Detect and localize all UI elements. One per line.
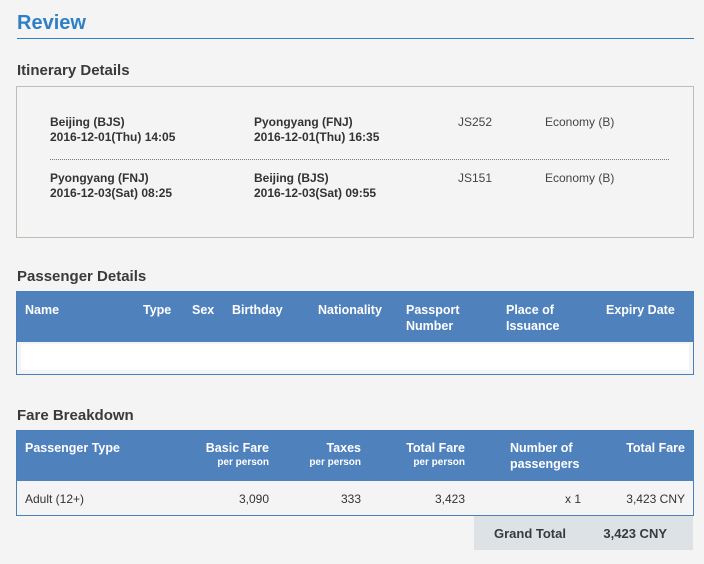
passenger-section-title: Passenger Details bbox=[17, 268, 147, 285]
flight-number: JS151 bbox=[458, 171, 493, 185]
col-passenger-type: Passenger Type bbox=[25, 441, 120, 455]
col-number-of-passengers: Number of passengers bbox=[510, 440, 579, 472]
col-place-line2: Issuance bbox=[506, 319, 560, 333]
itinerary-segment: Pyongyang (FNJ) 2016-12-03(Sat) 08:25 Be… bbox=[17, 171, 693, 211]
col-type: Type bbox=[143, 303, 172, 317]
itinerary-panel: Beijing (BJS) 2016-12-01(Thu) 14:05 Pyon… bbox=[16, 86, 694, 238]
itinerary-section-title: Itinerary Details bbox=[17, 62, 130, 79]
fare-passenger-count: x 1 bbox=[564, 492, 581, 506]
passenger-empty-row bbox=[21, 344, 689, 370]
col-taxes-sub: per person bbox=[309, 457, 361, 468]
fare-basic: 3,090 bbox=[238, 492, 269, 506]
col-sex: Sex bbox=[192, 303, 215, 317]
arrival-city: Pyongyang (FNJ) bbox=[254, 115, 353, 129]
col-total-fare: Total Fare bbox=[626, 441, 685, 455]
departure-city: Beijing (BJS) bbox=[50, 115, 125, 129]
col-basic-fare: Basic Fare per person bbox=[206, 440, 269, 470]
col-passport-line2: Number bbox=[406, 319, 454, 333]
col-expiry-date: Expiry Date bbox=[606, 303, 675, 317]
arrival-city: Beijing (BJS) bbox=[254, 171, 329, 185]
departure-time: 2016-12-01(Thu) 14:05 bbox=[50, 130, 176, 144]
table-row: Adult (12+) 3,090 333 3,423 x 1 3,423 CN… bbox=[17, 481, 693, 515]
col-name: Name bbox=[25, 303, 60, 317]
col-taxes-label: Taxes bbox=[326, 441, 361, 455]
col-passport-line1: Passport bbox=[406, 303, 460, 317]
col-place-of-issuance: Place of Issuance bbox=[506, 302, 560, 334]
page-title: Review bbox=[17, 12, 86, 34]
fare-passenger-type: Adult (12+) bbox=[25, 492, 85, 506]
passenger-table: Name Type Sex Birthday Nationality Passp… bbox=[16, 291, 694, 375]
col-num-line2: passengers bbox=[510, 457, 580, 471]
col-basic-fare-label: Basic Fare bbox=[205, 441, 269, 455]
col-birthday: Birthday bbox=[232, 303, 283, 317]
col-passport-number: Passport Number bbox=[406, 302, 460, 334]
cabin-class: Economy (B) bbox=[545, 115, 615, 129]
grand-total-value: 3,423 CNY bbox=[603, 526, 667, 541]
fare-row-total: 3,423 CNY bbox=[626, 492, 685, 506]
title-divider bbox=[17, 38, 694, 39]
grand-total-label: Grand Total bbox=[494, 526, 566, 541]
col-basic-fare-sub: per person bbox=[217, 457, 269, 468]
cabin-class: Economy (B) bbox=[545, 171, 615, 185]
col-total-fare-sub: per person bbox=[413, 457, 465, 468]
fare-table-header: Passenger Type Basic Fare per person Tax… bbox=[17, 431, 693, 481]
passenger-table-header: Name Type Sex Birthday Nationality Passp… bbox=[17, 292, 693, 342]
col-total-fare-label: Total Fare bbox=[406, 441, 465, 455]
grand-total-bar: Grand Total 3,423 CNY bbox=[474, 516, 693, 550]
col-total-fare-per-person: Total Fare per person bbox=[406, 440, 465, 470]
departure-time: 2016-12-03(Sat) 08:25 bbox=[50, 186, 173, 200]
fare-table: Passenger Type Basic Fare per person Tax… bbox=[16, 430, 694, 516]
arrival-time: 2016-12-03(Sat) 09:55 bbox=[254, 186, 377, 200]
col-place-line1: Place of bbox=[506, 303, 554, 317]
col-nationality: Nationality bbox=[318, 303, 382, 317]
fare-section-title: Fare Breakdown bbox=[17, 407, 134, 424]
col-num-line1: Number of bbox=[510, 441, 573, 455]
arrival-time: 2016-12-01(Thu) 16:35 bbox=[254, 130, 380, 144]
fare-taxes: 333 bbox=[340, 492, 361, 506]
departure-city: Pyongyang (FNJ) bbox=[50, 171, 149, 185]
segment-divider bbox=[50, 159, 669, 160]
itinerary-segment: Beijing (BJS) 2016-12-01(Thu) 14:05 Pyon… bbox=[17, 115, 693, 155]
col-taxes: Taxes per person bbox=[309, 440, 361, 470]
passenger-table-body bbox=[17, 342, 693, 374]
fare-total-per-person: 3,423 bbox=[434, 492, 465, 506]
flight-number: JS252 bbox=[458, 115, 493, 129]
